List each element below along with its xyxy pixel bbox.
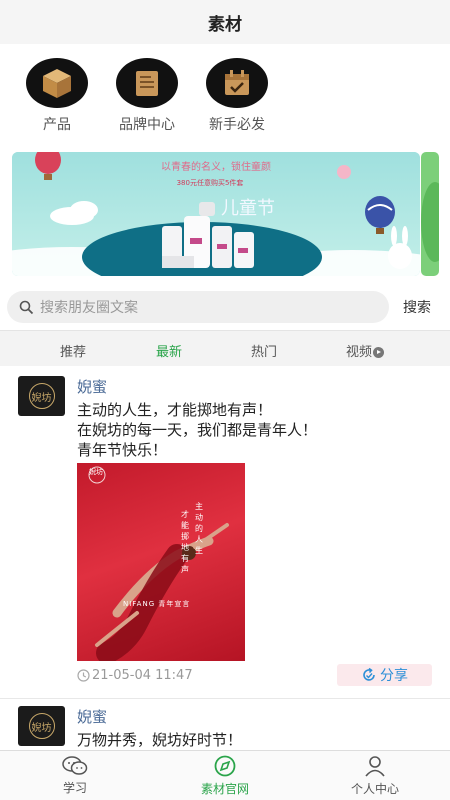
share-button[interactable]: 分享 (337, 664, 432, 686)
search-button[interactable]: 搜索 (403, 297, 431, 317)
tab-latest[interactable]: 最新 (156, 341, 182, 360)
image-text-1: 主动的人生 (195, 502, 203, 555)
category-label: 品牌中心 (119, 117, 175, 133)
post-image[interactable]: 婗坊 主动的人生 才能掷地有声 NIFANG 青年宣言 (77, 463, 245, 661)
post-line: 青年节快乐！ (77, 441, 168, 459)
person-icon (365, 755, 385, 777)
tab-hot[interactable]: 热门 (251, 341, 277, 360)
banner-brand: 儿童节 (221, 198, 275, 219)
avatar-logo: 婗坊 (28, 713, 55, 739)
tab-recommended[interactable]: 推荐 (60, 341, 86, 360)
post-card: 婗坊 婗蜜 万物并秀，婗坊好时节！ (0, 700, 450, 750)
feed-tabs: 推荐 最新 热门 视频 (0, 330, 450, 366)
next-banner-peek[interactable] (421, 152, 439, 276)
search-icon (19, 300, 34, 314)
search-placeholder: 搜索朋友圈文案 (40, 300, 138, 316)
avatar-logo: 婗坊 (28, 383, 55, 409)
search-input[interactable]: 搜索朋友圈文案 (7, 291, 389, 323)
document-icon (116, 58, 178, 108)
nav-profile[interactable]: 个人中心 (300, 751, 450, 800)
calendar-check-icon (206, 58, 268, 108)
compass-icon (214, 755, 236, 776)
promo-banner[interactable]: 以青春的名义，锁住童颜 380元任意购买5件套 儿童节 (12, 152, 420, 276)
post-card: 婗坊 婗蜜 主动的人生，才能掷地有声！ 在婗坊的每一天，我们都是青年人！ 青年节… (0, 366, 450, 698)
top-bar: 素材 (0, 0, 450, 44)
nav-label: 素材官网 (200, 781, 249, 796)
image-footer: NIFANG 青年宣言 (123, 600, 191, 608)
tab-video-label: 视频 (346, 345, 373, 360)
image-logo: 婗坊 (89, 468, 103, 476)
tab-video[interactable]: 视频 (346, 341, 385, 360)
nav-study[interactable]: 学习 (0, 751, 150, 800)
banner-illustration: 以青春的名义，锁住童颜 380元任意购买5件套 儿童节 (12, 152, 420, 276)
play-icon (373, 347, 385, 358)
bottom-nav: 学习 素材官网 个人中心 (0, 750, 450, 800)
page-title: 素材 (208, 14, 242, 35)
post-author[interactable]: 婗蜜 (77, 706, 107, 727)
post-line: 主动的人生，才能掷地有声！ (77, 401, 273, 419)
post-author[interactable]: 婗蜜 (77, 376, 107, 397)
box-icon (26, 58, 88, 108)
post-meta: 21-05-04 11:47 (77, 668, 193, 683)
post-time: 21-05-04 11:47 (92, 668, 193, 683)
banner-subline: 380元任意购买5件套 (177, 178, 244, 187)
category-label: 产品 (43, 117, 71, 133)
search-row: 搜索朋友圈文案 搜索 (0, 290, 450, 324)
clock-icon (77, 669, 90, 682)
share-icon (363, 667, 375, 681)
wechat-icon (62, 755, 88, 775)
nav-label: 学习 (62, 780, 87, 795)
category-label: 新手必发 (209, 117, 265, 133)
avatar[interactable]: 婗坊 (18, 706, 65, 746)
nav-label: 个人中心 (350, 781, 399, 796)
nav-materials[interactable]: 素材官网 (150, 751, 300, 800)
post-line: 在婗坊的每一天，我们都是青年人！ (77, 421, 318, 439)
avatar[interactable]: 婗坊 (18, 376, 65, 416)
banner-headline: 以青春的名义，锁住童颜 (161, 160, 271, 173)
image-text-2: 才能掷地有声 (181, 510, 189, 574)
share-label: 分享 (380, 668, 408, 684)
post-divider (0, 698, 450, 699)
post-line: 万物并秀，婗坊好时节！ (77, 731, 243, 749)
